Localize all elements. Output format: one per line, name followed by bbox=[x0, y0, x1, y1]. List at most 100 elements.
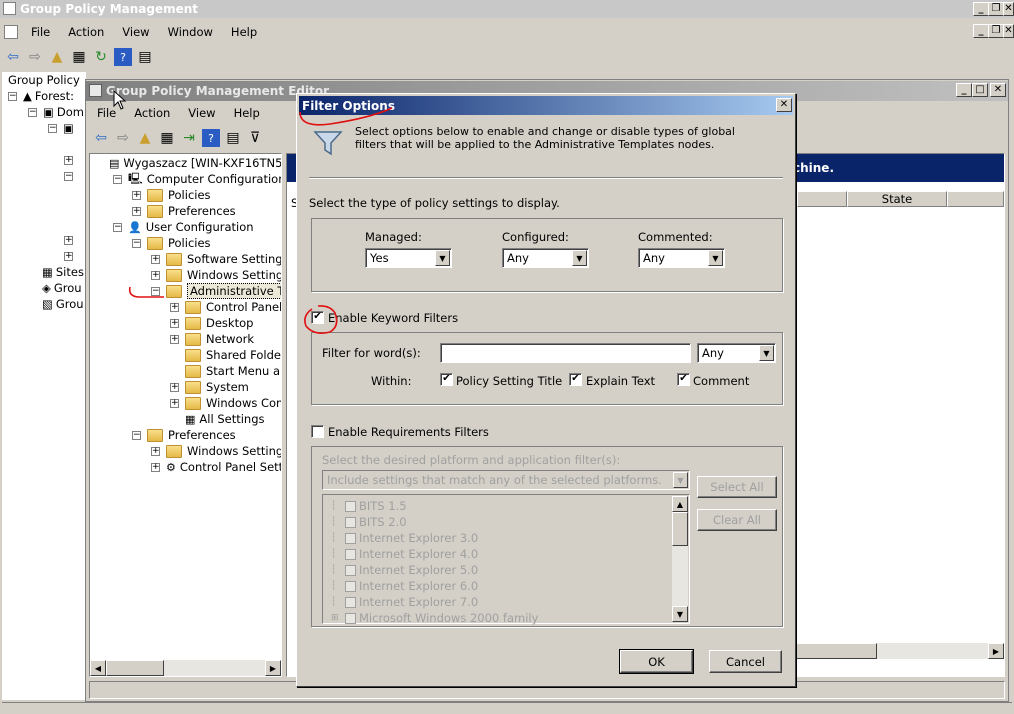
scroll-up-icon[interactable]: ▲ bbox=[672, 496, 688, 512]
expand-icon[interactable]: + bbox=[170, 382, 179, 392]
tree-item[interactable]: − 👤 User Configuration bbox=[113, 219, 254, 235]
clear-all-button[interactable]: Clear All bbox=[697, 509, 777, 531]
gpm-tree-forest[interactable]: − ▲ Forest: bbox=[8, 88, 74, 104]
gpm-menu-file[interactable]: File bbox=[22, 25, 59, 39]
gpm-tree-modeling[interactable]: ◈ Grou bbox=[42, 280, 82, 296]
gpm-tree-domain[interactable]: − ▣ Dom bbox=[28, 104, 84, 120]
gpme-menu-action[interactable]: Action bbox=[125, 106, 179, 120]
gpm-menu-window[interactable]: Window bbox=[159, 25, 222, 39]
platform-vscrollbar[interactable]: ▲ ▼ bbox=[672, 496, 688, 622]
platform-item[interactable]: ┆ Internet Explorer 6.0 bbox=[331, 578, 478, 594]
tree-item[interactable]: + Preferences bbox=[132, 203, 236, 219]
scroll-down-icon[interactable]: ▼ bbox=[672, 606, 688, 622]
enable-requirements-filters-checkbox[interactable] bbox=[311, 425, 324, 438]
scroll-thumb[interactable] bbox=[787, 643, 877, 659]
collapse-icon[interactable]: − bbox=[8, 91, 17, 101]
refresh-icon[interactable]: ↻ bbox=[92, 48, 110, 66]
help-icon[interactable]: ? bbox=[114, 48, 132, 66]
ok-button[interactable]: OK bbox=[619, 649, 694, 674]
within-comment-checkbox[interactable]: ✔ bbox=[677, 373, 690, 386]
platform-checkbox[interactable] bbox=[345, 612, 356, 624]
scroll-right-icon[interactable]: ▶ bbox=[265, 660, 281, 676]
gpme-menu-view[interactable]: View bbox=[179, 106, 224, 120]
gpme-close-button[interactable]: ✕ bbox=[990, 83, 1006, 97]
tree-item[interactable]: + Software Settings bbox=[151, 251, 281, 267]
forward-icon[interactable]: ⇨ bbox=[26, 48, 44, 66]
enable-keyword-filters-label[interactable]: Enable Keyword Filters bbox=[328, 311, 458, 325]
collapse-icon[interactable]: − bbox=[28, 107, 37, 117]
managed-dropdown[interactable]: Yes ▼ bbox=[365, 248, 452, 268]
filter-words-input[interactable] bbox=[440, 343, 691, 363]
chevron-down-icon[interactable]: ▼ bbox=[759, 345, 774, 361]
gpm-menu-view[interactable]: View bbox=[113, 25, 158, 39]
tree-hscrollbar[interactable]: ◀ ▶ bbox=[90, 660, 281, 676]
scroll-right-icon[interactable]: ▶ bbox=[988, 643, 1004, 659]
within-explain-label[interactable]: Explain Text bbox=[586, 374, 655, 388]
platform-item[interactable]: ┆ Internet Explorer 3.0 bbox=[331, 530, 478, 546]
tree-item[interactable]: + Network bbox=[170, 331, 254, 347]
chevron-down-icon[interactable]: ▼ bbox=[708, 250, 723, 266]
expand-icon[interactable]: + bbox=[151, 446, 160, 456]
tree-item[interactable]: ▤Wygaszacz [WIN-KXF16TN5BZZ.co bbox=[94, 155, 281, 171]
expand-icon[interactable]: + bbox=[170, 302, 179, 312]
up-folder-icon[interactable]: ▲ bbox=[48, 48, 66, 66]
expand-icon[interactable]: + bbox=[64, 251, 73, 261]
requirements-dropdown[interactable]: Include settings that match any of the s… bbox=[322, 470, 690, 490]
within-comment-label[interactable]: Comment bbox=[693, 374, 749, 388]
forward-icon[interactable]: ⇨ bbox=[114, 129, 132, 147]
expand-icon[interactable]: + bbox=[132, 206, 141, 216]
column-header-extra[interactable] bbox=[947, 191, 1004, 207]
gpm-tree-results[interactable]: ▧ Grou bbox=[42, 296, 84, 312]
gpm-tree-root[interactable]: Group Policy bbox=[8, 72, 80, 88]
right-hscrollbar[interactable]: ▶ bbox=[787, 643, 1004, 659]
scroll-thumb[interactable] bbox=[106, 660, 164, 676]
tree-item[interactable]: + ⚙Control Panel Settings bbox=[151, 459, 281, 475]
gpm-child-minimize[interactable]: _ bbox=[973, 24, 989, 38]
platform-item[interactable]: ┆ BITS 2.0 bbox=[331, 514, 407, 530]
tree-item[interactable]: ▦ All Settings bbox=[170, 411, 265, 427]
tree-item[interactable]: + Control Panel bbox=[170, 299, 281, 315]
platform-item[interactable]: ┆ BITS 1.5 bbox=[331, 498, 407, 514]
platform-item[interactable]: ┆ Internet Explorer 4.0 bbox=[331, 546, 478, 562]
tree-item[interactable]: + Windows Settings bbox=[151, 443, 281, 459]
configured-dropdown[interactable]: Any ▼ bbox=[502, 248, 589, 268]
tree-item[interactable]: + Windows Settings bbox=[151, 267, 281, 283]
expand-icon[interactable]: + bbox=[170, 334, 179, 344]
expand-icon[interactable]: + bbox=[132, 190, 141, 200]
gpm-minimize-button[interactable]: _ bbox=[973, 2, 989, 16]
expand-icon[interactable]: + bbox=[151, 254, 160, 264]
platform-checkbox[interactable] bbox=[345, 548, 356, 560]
filter-match-dropdown[interactable]: Any ▼ bbox=[697, 343, 776, 363]
collapse-icon[interactable]: − bbox=[132, 238, 141, 248]
back-icon[interactable]: ⇦ bbox=[92, 129, 110, 147]
platform-item[interactable]: ┆ Internet Explorer 7.0 bbox=[331, 594, 478, 610]
filter-icon[interactable]: ⊽ bbox=[246, 129, 264, 147]
gpm-restore-button[interactable]: ❐ bbox=[988, 2, 1004, 16]
tree-item[interactable]: − 🖳 Computer Configuration bbox=[113, 171, 281, 187]
select-all-button[interactable]: Select All bbox=[697, 476, 777, 498]
gpm-tree-item[interactable]: + bbox=[64, 248, 79, 264]
back-icon[interactable]: ⇦ bbox=[4, 48, 22, 66]
chevron-down-icon[interactable]: ▼ bbox=[435, 250, 450, 266]
chevron-down-icon[interactable]: ▼ bbox=[572, 250, 587, 266]
platform-checkbox[interactable] bbox=[345, 532, 356, 544]
gpm-child-restore[interactable]: ❐ bbox=[988, 24, 1004, 38]
cancel-button[interactable]: Cancel bbox=[709, 650, 782, 673]
gpme-menu-help[interactable]: Help bbox=[225, 106, 269, 120]
gpm-menu-help[interactable]: Help bbox=[222, 25, 266, 39]
gpme-maximize-button[interactable]: □ bbox=[972, 83, 988, 97]
expand-icon[interactable]: + bbox=[151, 270, 160, 280]
collapse-icon[interactable]: − bbox=[64, 171, 73, 181]
chevron-down-icon[interactable]: ▼ bbox=[673, 472, 688, 488]
scroll-left-icon[interactable]: ◀ bbox=[90, 660, 106, 676]
platform-item[interactable]: ⊞ Microsoft Windows 2000 family bbox=[331, 610, 538, 626]
help-icon[interactable]: ? bbox=[202, 129, 220, 147]
enable-requirements-filters-label[interactable]: Enable Requirements Filters bbox=[328, 425, 489, 439]
properties-icon[interactable]: ▤ bbox=[136, 48, 154, 66]
gpm-tree-ou[interactable]: − ▣ bbox=[48, 120, 74, 136]
platform-checkbox[interactable] bbox=[345, 564, 356, 576]
collapse-icon[interactable]: − bbox=[113, 174, 122, 184]
dialog-close-button[interactable]: ✕ bbox=[776, 98, 792, 112]
expand-icon[interactable]: + bbox=[64, 235, 73, 245]
tree-item[interactable]: Start Menu and Tas bbox=[170, 363, 281, 379]
